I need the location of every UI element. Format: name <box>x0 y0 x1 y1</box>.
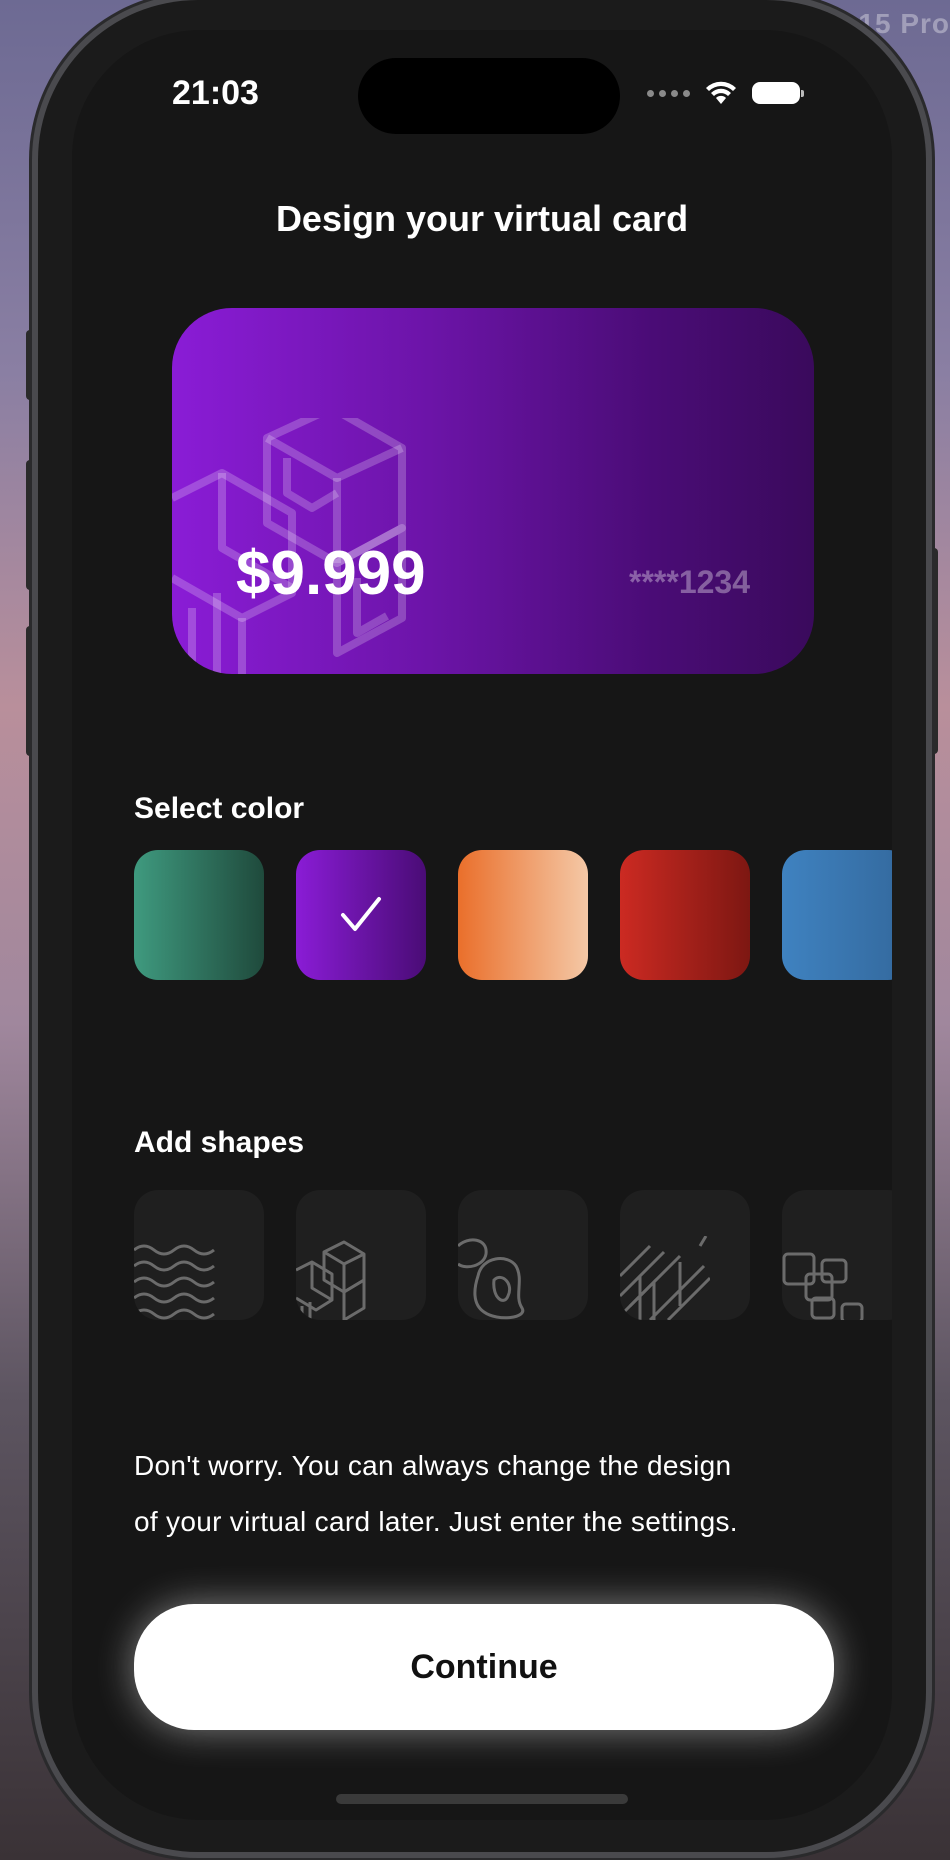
virtual-card-preview: $9.999 ****1234 <box>172 308 814 674</box>
page-title: Design your virtual card <box>275 198 689 239</box>
wifi-icon <box>706 81 736 104</box>
shape-list[interactable] <box>134 1190 892 1322</box>
color-swatch-green[interactable] <box>134 850 264 980</box>
phone-frame: 21:03 Design your virtual card $9.999 **… <box>38 0 926 1852</box>
organic-blobs-icon <box>458 1238 525 1320</box>
waves-icon <box>134 1244 215 1320</box>
card-number: ****1234 <box>629 564 750 600</box>
shape-option-squares[interactable] <box>782 1190 892 1320</box>
color-swatch-list[interactable] <box>134 850 892 982</box>
color-swatch-orange[interactable] <box>458 850 588 980</box>
power-button <box>928 548 938 754</box>
select-color-label: Select color <box>134 792 305 825</box>
volume-up-button <box>26 460 36 590</box>
continue-button[interactable]: Continue <box>134 1604 834 1730</box>
action-button <box>26 330 36 400</box>
shape-option-diagonal[interactable] <box>620 1190 750 1320</box>
battery-icon <box>752 82 804 104</box>
color-swatch-red[interactable] <box>620 850 750 980</box>
add-shapes-label: Add shapes <box>134 1126 305 1159</box>
shape-option-waves[interactable] <box>134 1190 264 1320</box>
info-text-line-2: of your virtual card later. Just enter t… <box>134 1506 738 1537</box>
shape-option-cube-maze[interactable] <box>296 1190 426 1320</box>
checkmark-icon <box>341 897 381 931</box>
shape-option-organic[interactable] <box>458 1190 588 1320</box>
squares-icon <box>782 1252 864 1320</box>
screen: 21:03 Design your virtual card $9.999 **… <box>72 30 892 1820</box>
info-text-line-1: Don't worry. You can always change the d… <box>134 1450 732 1481</box>
home-indicator[interactable] <box>336 1794 628 1804</box>
card-balance: $9.999 <box>236 539 426 608</box>
cube-maze-icon <box>296 1240 366 1320</box>
color-swatch-purple[interactable] <box>296 850 426 980</box>
cellular-signal-icon <box>647 89 690 97</box>
volume-down-button <box>26 626 36 756</box>
dynamic-island <box>358 58 620 134</box>
status-time: 21:03 <box>172 74 259 112</box>
status-icons <box>647 80 804 106</box>
color-swatch-blue[interactable] <box>782 850 892 980</box>
info-text: Don't worry. You can always change the d… <box>134 1438 834 1550</box>
diagonal-lines-icon <box>620 1236 710 1320</box>
